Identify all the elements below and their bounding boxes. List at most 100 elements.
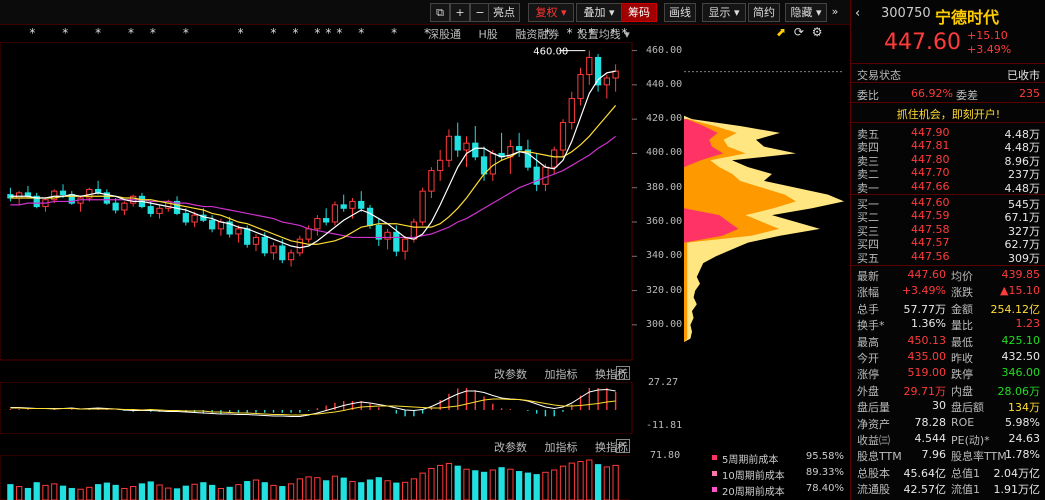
volume-bar — [366, 479, 374, 500]
link-hshare[interactable]: H股 — [479, 28, 498, 41]
link-margin[interactable]: 融资融券 — [515, 28, 559, 41]
volume-bar — [612, 464, 619, 500]
set-ma-dropdown[interactable]: 设置均线 ▾ — [577, 28, 630, 41]
candle-body — [270, 245, 277, 254]
stat-value: 24.63 — [1008, 432, 1041, 445]
toolbar-btn-5[interactable]: 显示 ▾ — [702, 3, 746, 22]
candle-body — [156, 207, 163, 214]
copy-icon[interactable]: ⧉ — [430, 3, 450, 22]
volume-bar — [559, 465, 567, 500]
event-marker[interactable]: * — [271, 26, 277, 40]
cursor-icon[interactable]: ⬈ — [776, 25, 786, 39]
chart-header: * * * * * * * * * * * * * * * * * * * * * 深股通 H股 融资融券 设置均线 ▾… — [0, 24, 850, 42]
asks-row[interactable]: 卖五 447.90 4.48万 — [851, 126, 1045, 141]
event-marker[interactable]: * — [183, 26, 189, 40]
bids-row[interactable]: 买三 447.58 327万 — [851, 223, 1045, 238]
bids-row[interactable]: 买五 447.56 309万 — [851, 250, 1045, 265]
asks-row[interactable]: 卖三 447.80 8.96万 — [851, 153, 1045, 168]
ind1-axis-bottom: -11.81 — [646, 420, 683, 431]
volume-bar — [51, 483, 58, 500]
event-marker[interactable]: * — [62, 26, 68, 40]
expand-right-icon[interactable]: » — [826, 3, 844, 20]
toolbar-btn-4[interactable]: 画线 — [664, 3, 696, 22]
asks-row[interactable]: 卖二 447.70 237万 — [851, 166, 1045, 181]
volume-bar — [252, 479, 260, 500]
volume-bar — [419, 472, 426, 500]
kline-chart[interactable]: 460.00 — [0, 42, 850, 362]
event-marker[interactable]: * — [336, 26, 342, 40]
stats-row: 总手 57.77万 金额 254.12亿 — [851, 301, 1045, 316]
volume-bar — [331, 475, 339, 500]
stat-value: 2.04万亿 — [993, 466, 1041, 480]
volume-bar — [165, 487, 172, 500]
ind1-edit-params[interactable]: 改参数 — [494, 368, 527, 381]
stat-label: 最高 — [857, 335, 879, 349]
macd-chart[interactable] — [0, 382, 850, 434]
event-marker[interactable]: * — [95, 26, 101, 40]
minus-icon[interactable]: − — [470, 3, 490, 22]
ind1-add-indicator[interactable]: 加指标 — [545, 368, 578, 381]
volume-bar — [428, 467, 435, 500]
stat-label: 外盘 — [857, 384, 879, 398]
link-shenguton[interactable]: 深股通 — [428, 28, 461, 41]
legend-label: 5周期前成本 — [722, 455, 779, 466]
ind2-close-icon[interactable]: ✕ — [616, 439, 630, 453]
candle-body — [577, 74, 584, 100]
asks-row[interactable]: 卖四 447.81 4.48万 — [851, 139, 1045, 154]
stat-label: 涨停 — [857, 368, 879, 382]
price-change-pct: +3.49% — [967, 43, 1012, 56]
price-tick: 300.00 — [646, 318, 683, 330]
event-marker[interactable]: * — [150, 26, 156, 40]
event-marker[interactable]: * — [358, 26, 364, 40]
order-ratio-row: 委比 66.92% 委差 235 — [857, 87, 1040, 102]
volume-bar — [16, 486, 23, 500]
book-price: 447.57 — [911, 236, 950, 250]
event-marker[interactable]: * — [29, 26, 35, 40]
toolbar-btn-6[interactable]: 简约 — [748, 3, 780, 22]
toolbar-btn-1[interactable]: 复权 ▾ — [528, 3, 574, 22]
toolbar-btn-7[interactable]: 隐藏 ▾ — [785, 3, 827, 22]
bids-row[interactable]: 买一 447.60 545万 — [851, 196, 1045, 211]
bids-row[interactable]: 买二 447.59 67.1万 — [851, 209, 1045, 224]
stat-label: 最低 — [951, 335, 973, 349]
stat-label: 股息率TTM — [951, 450, 1007, 464]
event-marker[interactable]: * — [128, 26, 134, 40]
settings-icon[interactable]: ⚙ — [812, 25, 823, 39]
candle-body — [568, 98, 575, 124]
legend-swatch — [712, 455, 717, 460]
nav-prev-icon[interactable]: ‹ — [855, 6, 860, 21]
ind1-close-icon[interactable]: ✕ — [616, 366, 630, 380]
bids-row[interactable]: 买四 447.57 62.7万 — [851, 236, 1045, 251]
volume-bar — [86, 486, 93, 500]
ind2-edit-params[interactable]: 改参数 — [494, 441, 527, 454]
plus-icon[interactable]: + — [450, 3, 470, 22]
trade-status-row: 交易状态 已收市 — [857, 69, 1040, 82]
candle-body — [296, 238, 303, 254]
stock-code: 300750 — [881, 6, 931, 21]
stat-label: ROE — [951, 415, 975, 429]
open-account-link[interactable]: 抓住机会，即刻开户! — [851, 106, 1045, 122]
event-marker[interactable]: * — [238, 26, 244, 40]
event-marker[interactable]: * — [314, 26, 320, 40]
candle-body — [16, 192, 23, 199]
legend-swatch — [712, 487, 717, 492]
volume-chart[interactable] — [0, 455, 630, 500]
toolbar-btn-2[interactable]: 叠加 ▾ — [576, 3, 622, 22]
event-marker[interactable]: * — [292, 26, 298, 40]
refresh-icon[interactable]: ⟳ — [794, 25, 804, 39]
volume-bar — [533, 474, 540, 500]
candle-body — [252, 236, 260, 245]
indicator2-toolbar: 改参数 加指标 换指标 — [494, 439, 628, 455]
stat-label: 涨跌 — [951, 286, 973, 300]
toolbar-btn-0[interactable]: 亮点 — [488, 3, 520, 22]
chip-legend-item: 20周期前成本 78.40% — [712, 483, 844, 498]
volume-bar — [551, 469, 558, 500]
stat-label: 昨收 — [951, 352, 973, 365]
plot-frame — [0, 42, 633, 361]
chip-legend: 5周期前成本 95.58% 10周期前成本 89.33% 20周期前成本 78.40% — [712, 451, 844, 499]
asks-row[interactable]: 卖一 447.66 4.48万 — [851, 180, 1045, 195]
event-marker[interactable]: * — [391, 26, 397, 40]
ind2-add-indicator[interactable]: 加指标 — [545, 441, 578, 454]
toolbar-btn-3[interactable]: 筹码 — [621, 3, 657, 22]
event-marker[interactable]: * — [325, 26, 331, 40]
